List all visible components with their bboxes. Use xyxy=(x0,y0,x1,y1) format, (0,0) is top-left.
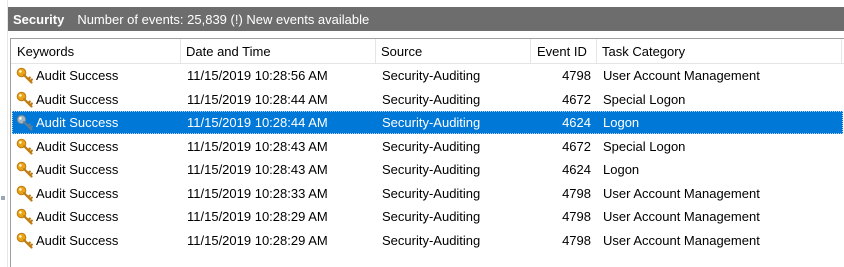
date-time-cell: 11/15/2019 10:28:29 AM xyxy=(187,232,328,248)
task-category-cell: Logon xyxy=(603,115,640,130)
table-row[interactable]: Audit Success 11/15/2019 10:28:33 AM Secur… xyxy=(12,182,843,205)
log-header-bar: Security Number of events: 25,839 (!) Ne… xyxy=(8,7,844,31)
date-time-cell: 11/15/2019 10:28:44 AM xyxy=(187,115,328,130)
date-time-cell: 11/15/2019 10:28:33 AM xyxy=(187,185,328,201)
task-category-cell: User Account Management xyxy=(603,232,760,248)
table-row[interactable]: Audit Success 11/15/2019 10:28:43 AM Secur… xyxy=(12,158,843,181)
source-cell: Security-Auditing xyxy=(382,138,481,154)
log-title: Security xyxy=(13,11,65,27)
source-cell: Security-Auditing xyxy=(382,232,481,248)
date-time-cell: 11/15/2019 10:28:43 AM xyxy=(187,138,328,154)
source-cell: Security-Auditing xyxy=(382,115,481,130)
date-time-cell: 11/15/2019 10:28:56 AM xyxy=(187,68,328,83)
date-time-cell: 11/15/2019 10:28:29 AM xyxy=(187,209,328,224)
table-row[interactable]: Audit Success 11/15/2019 10:28:29 AM Secur… xyxy=(12,205,843,228)
pane-marker xyxy=(1,196,5,200)
event-id-cell: 4798 xyxy=(562,232,591,248)
source-cell: Security-Auditing xyxy=(382,185,481,201)
table-row[interactable]: Audit Success 11/15/2019 10:28:29 AM Secur… xyxy=(12,229,843,252)
column-header-keywords[interactable]: Keywords xyxy=(11,39,181,63)
task-category-cell: Special Logon xyxy=(603,91,686,107)
event-id-cell: 4798 xyxy=(562,68,591,83)
keywords-cell: Audit Success xyxy=(36,68,119,83)
event-id-cell: 4624 xyxy=(562,115,591,130)
table-row[interactable]: Audit Success 11/15/2019 10:28:56 AM Secur… xyxy=(12,64,843,87)
keywords-cell: Audit Success xyxy=(36,91,119,107)
task-category-cell: Special Logon xyxy=(603,138,686,154)
keywords-cell: Audit Success xyxy=(36,209,119,224)
event-id-cell: 4624 xyxy=(562,162,591,177)
source-cell: Security-Auditing xyxy=(382,162,481,177)
table-row[interactable]: Audit Success 11/15/2019 10:28:44 AM Secur… xyxy=(12,88,843,111)
column-header-date-and-time[interactable]: Date and Time xyxy=(181,39,376,63)
source-cell: Security-Auditing xyxy=(382,68,481,83)
date-time-cell: 11/15/2019 10:28:43 AM xyxy=(187,162,328,177)
task-category-cell: Logon xyxy=(603,162,640,177)
keywords-cell: Audit Success xyxy=(36,185,119,201)
source-cell: Security-Auditing xyxy=(382,209,481,224)
keywords-cell: Audit Success xyxy=(36,115,119,130)
task-category-cell: User Account Management xyxy=(603,185,760,201)
column-header-event-id[interactable]: Event ID xyxy=(531,39,597,63)
event-count-status: Number of events: 25,839 (!) New events … xyxy=(77,11,370,27)
keywords-cell: Audit Success xyxy=(36,162,119,177)
task-category-cell: User Account Management xyxy=(603,209,760,224)
event-id-cell: 4798 xyxy=(562,209,591,224)
keywords-cell: Audit Success xyxy=(36,232,119,248)
event-id-cell: 4672 xyxy=(562,91,591,107)
table-row[interactable]: Audit Success 11/15/2019 10:28:43 AM Secur… xyxy=(12,135,843,158)
events-table: Keywords Date and Time Source Event ID T… xyxy=(10,38,844,267)
keywords-cell: Audit Success xyxy=(36,138,119,154)
left-pane-edge xyxy=(0,0,8,267)
column-header-source[interactable]: Source xyxy=(376,39,531,63)
date-time-cell: 11/15/2019 10:28:44 AM xyxy=(187,91,328,107)
table-row[interactable]: Audit Success 11/15/2019 10:28:44 AM Secur… xyxy=(12,111,843,134)
column-header-task-category[interactable]: Task Category xyxy=(597,39,842,63)
source-cell: Security-Auditing xyxy=(382,91,481,107)
event-id-cell: 4672 xyxy=(562,138,591,154)
task-category-cell: User Account Management xyxy=(603,68,760,83)
table-header: Keywords Date and Time Source Event ID T… xyxy=(11,39,844,64)
event-id-cell: 4798 xyxy=(562,185,591,201)
